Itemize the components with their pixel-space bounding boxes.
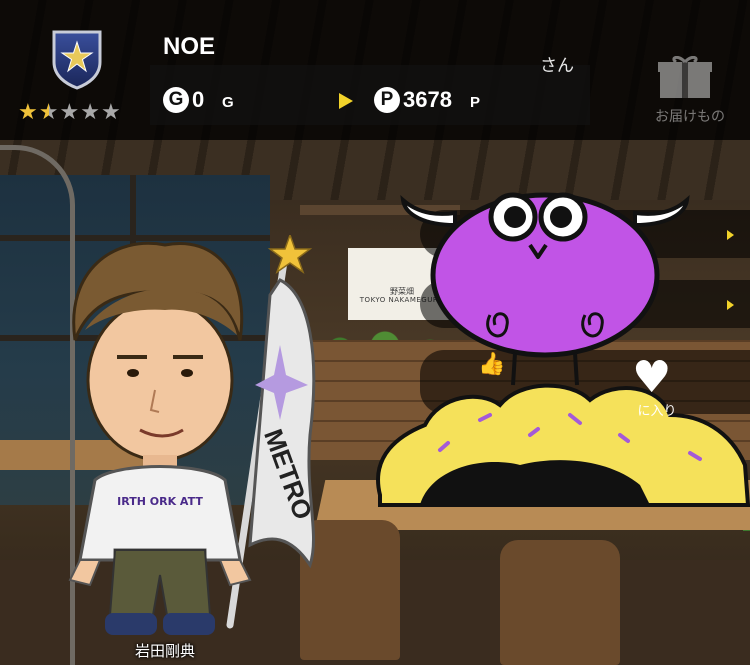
star-half-icon: ★ — [38, 100, 60, 125]
thumbs-up-icon[interactable]: 👍 — [478, 352, 505, 377]
star-icon: ★ — [18, 100, 39, 125]
heart-icon: ♥ — [632, 352, 672, 403]
status-header: ★★★★★ NOE さん G 0 G P 3678 P お届けもの — [0, 0, 750, 140]
favorite-button[interactable]: ♥ に入り — [612, 352, 702, 422]
honorific: さん — [540, 56, 574, 76]
coin-g-icon: G — [163, 87, 189, 113]
gold-value: 0 — [192, 87, 205, 112]
currency-strip — [150, 65, 590, 125]
star-icon: ★ — [59, 100, 81, 125]
shield-star-icon[interactable] — [50, 28, 104, 90]
star-icon: ★ — [80, 100, 101, 125]
chair — [500, 540, 620, 665]
gold-unit: G — [222, 94, 234, 111]
coin-p-icon: P — [374, 87, 400, 113]
shirt-text: IRTH ORK ATT — [117, 495, 203, 508]
gift-box-icon — [658, 56, 712, 98]
star-icon: ★ — [100, 100, 122, 125]
points-value: 3678 — [403, 87, 452, 112]
gift-button[interactable]: お届けもの — [640, 52, 750, 132]
member-avatar[interactable]: IRTH ORK ATT — [55, 230, 255, 650]
favorite-label: に入り — [637, 404, 677, 419]
rank-stars: ★★★★★ — [18, 100, 122, 125]
player-name: NOE — [163, 33, 216, 60]
buy-arrow-icon[interactable] — [339, 93, 353, 109]
chevron-right-icon — [727, 230, 734, 240]
gift-label: お届けもの — [655, 109, 725, 125]
chevron-right-icon — [727, 300, 734, 310]
points-unit: P — [470, 94, 481, 111]
member-name: 岩田剛典 — [134, 642, 195, 660]
